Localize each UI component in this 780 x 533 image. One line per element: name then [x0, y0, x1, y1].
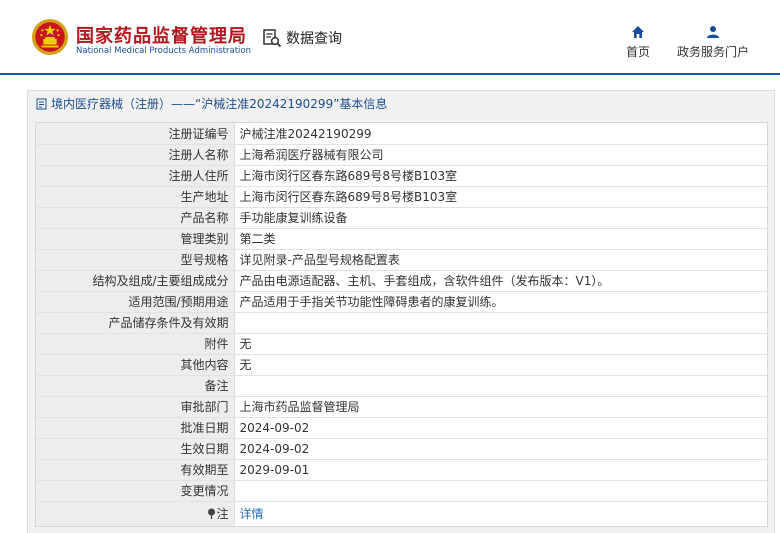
row-key: 产品名称	[36, 207, 235, 229]
table-row: 产品名称 手功能康复训练设备	[36, 207, 767, 229]
data-query-label: 数据查询	[286, 31, 342, 47]
row-key: 生效日期	[36, 438, 235, 460]
row-key: 审批部门	[36, 396, 235, 418]
table-row: 型号规格 详见附录-产品型号规格配置表	[36, 249, 767, 271]
row-value: 上海市药品监督管理局	[234, 396, 767, 418]
table-row: 其他内容无	[36, 354, 767, 376]
row-key: 生产地址	[36, 186, 235, 208]
note-key: 注	[36, 501, 235, 526]
nav-home[interactable]: 首页	[622, 25, 654, 60]
national-emblem-icon	[31, 18, 69, 56]
nav-service-portal[interactable]: 政务服务门户	[674, 25, 752, 60]
brand-title-en: National Medical Products Administration	[76, 46, 251, 56]
row-key: 产品储存条件及有效期	[36, 312, 235, 334]
panel-title-text: 境内医疗器械（注册）——“沪械注准20242190299”基本信息	[51, 97, 388, 111]
document-search-icon	[263, 29, 282, 48]
row-key: 注册证编号	[36, 123, 235, 145]
row-key: 其他内容	[36, 354, 235, 376]
table-row: 备注	[36, 375, 767, 397]
row-value: 详见附录-产品型号规格配置表	[234, 249, 767, 271]
row-key: 变更情况	[36, 480, 235, 502]
table-row: 审批部门 上海市药品监督管理局	[36, 396, 767, 418]
note-key-label: 注	[216, 507, 229, 522]
basic-info-panel: 境内医疗器械（注册）——“沪械注准20242190299”基本信息 注册证编号沪…	[27, 90, 775, 533]
table-row: 结构及组成/主要组成成分 产品由电源适配器、主机、手套组成，含软件组件（发布版本：…	[36, 270, 767, 292]
row-key: 备注	[36, 375, 235, 397]
row-key: 批准日期	[36, 417, 235, 439]
table-row: 管理类别 第二类	[36, 228, 767, 250]
row-value: 产品由电源适配器、主机、手套组成，含软件组件（发布版本：V1）。	[234, 270, 767, 292]
row-key: 注册人住所	[36, 165, 235, 187]
row-value: 手功能康复训练设备	[234, 207, 767, 229]
row-key: 适用范围/预期用途	[36, 291, 235, 313]
table-row: 适用范围/预期用途 产品适用于手指关节功能性障碍患者的康复训练。	[36, 291, 767, 313]
brand-title-cn: 国家药品监督管理局	[76, 26, 247, 47]
row-value	[234, 375, 767, 397]
row-value: 产品适用于手指关节功能性障碍患者的康复训练。	[234, 291, 767, 313]
table-row: 附件无	[36, 333, 767, 355]
row-value: 无	[234, 333, 767, 355]
table-row: 变更情况	[36, 480, 767, 502]
row-key: 型号规格	[36, 249, 235, 271]
row-value	[234, 312, 767, 334]
row-key: 管理类别	[36, 228, 235, 250]
row-value: 上海希润医疗器械有限公司	[234, 144, 767, 166]
row-key: 有效期至	[36, 459, 235, 481]
row-key: 注册人名称	[36, 144, 235, 166]
nav-portal-label: 政务服务门户	[676, 45, 749, 59]
row-value: 上海市闵行区春东路689号8号楼B103室	[234, 186, 767, 208]
row-key: 结构及组成/主要组成成分	[36, 270, 235, 292]
row-value: 第二类	[234, 228, 767, 250]
table-row: 注册证编号 沪械注准20242190299	[36, 123, 767, 145]
row-value: 2024-09-02	[234, 417, 767, 439]
row-key: 附件	[36, 333, 235, 355]
row-value: 上海市闵行区春东路689号8号楼B103室	[234, 165, 767, 187]
note-row: 注 详情	[36, 501, 767, 526]
user-icon	[707, 26, 719, 38]
info-table: 注册证编号 沪械注准20242190299 注册人名称 上海希润医疗器械有限公司 注…	[35, 122, 768, 527]
table-row: 批准日期 2024-09-02	[36, 417, 767, 439]
row-value: 2024-09-02	[234, 438, 767, 460]
table-row: 生产地址 上海市闵行区春东路689号8号楼B103室	[36, 186, 767, 208]
table-row: 注册人住所 上海市闵行区春东路689号8号楼B103室	[36, 165, 767, 187]
row-value	[234, 480, 767, 502]
nav-home-label: 首页	[625, 45, 650, 59]
table-row: 产品储存条件及有效期	[36, 312, 767, 334]
row-value: 沪械注准20242190299	[234, 123, 767, 145]
home-icon	[632, 26, 644, 38]
note-value: 详情	[234, 501, 767, 526]
panel-title: 境内医疗器械（注册）——“沪械注准20242190299”基本信息	[36, 95, 387, 112]
data-query-link[interactable]: 数据查询	[262, 28, 342, 48]
table-row: 有效期至 2029-09-01	[36, 459, 767, 481]
row-value: 2029-09-01	[234, 459, 767, 481]
table-row: 生效日期 2024-09-02	[36, 438, 767, 460]
table-row: 注册人名称 上海希润医疗器械有限公司	[36, 144, 767, 166]
document-icon	[36, 98, 47, 109]
detail-link[interactable]: 详情	[240, 507, 264, 521]
row-value: 无	[234, 354, 767, 376]
site-header: 国家药品监督管理局 National Medical Products Admi…	[0, 0, 780, 75]
